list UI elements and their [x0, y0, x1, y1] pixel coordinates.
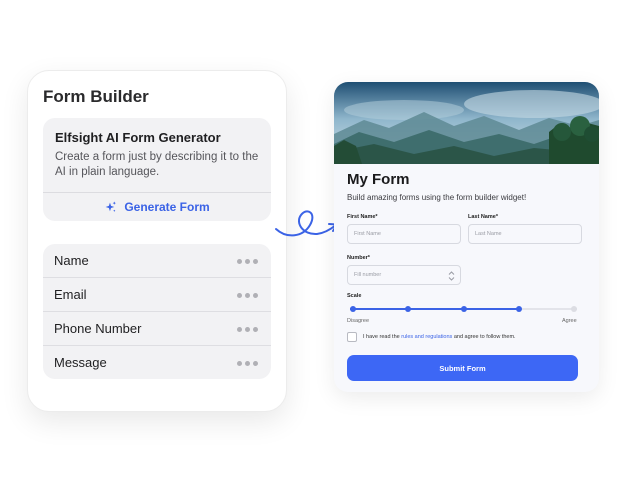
scale-fill [350, 308, 519, 310]
form-title: My Form [347, 171, 410, 188]
scale-min-label: Disagree [347, 318, 370, 324]
agree-text: I have read the rules and regulations an… [363, 334, 516, 340]
number-label: Number* [347, 255, 370, 261]
scale-step[interactable] [350, 306, 356, 312]
field-label: Message [54, 355, 107, 370]
more-dots-icon[interactable] [237, 259, 258, 264]
generate-form-label: Generate Form [124, 200, 210, 214]
more-dots-icon[interactable] [237, 293, 258, 298]
scale-label: Scale [347, 293, 362, 299]
mountain-landscape-image [334, 82, 599, 164]
field-label: Name [54, 253, 89, 268]
number-placeholder: Fill number [354, 272, 382, 278]
generate-form-button[interactable]: Generate Form [43, 193, 271, 221]
field-label: Email [54, 287, 87, 302]
more-dots-icon[interactable] [237, 327, 258, 332]
scale-step[interactable] [460, 306, 467, 312]
ai-generator-description: Create a form just by describing it to t… [55, 151, 259, 178]
field-list: Name Email Phone Number Message [43, 244, 271, 379]
scale-step[interactable] [571, 306, 577, 312]
scale-slider[interactable] [350, 306, 577, 312]
agree-suffix: and agree to follow them. [452, 334, 516, 340]
field-item-name[interactable]: Name [43, 244, 271, 278]
builder-title: Form Builder [43, 87, 149, 106]
rules-link[interactable]: rules and regulations [401, 334, 452, 340]
scale-step[interactable] [515, 306, 522, 312]
stepper-arrows-icon[interactable] [448, 270, 455, 282]
last-name-label: Last Name* [468, 214, 498, 220]
form-preview-card: My Form Build amazing forms using the fo… [334, 82, 599, 392]
field-item-phone-number[interactable]: Phone Number [43, 312, 271, 346]
ai-generator-card: Elfsight AI Form Generator Create a form… [43, 118, 271, 221]
last-name-input[interactable]: Last Name [468, 224, 582, 244]
field-item-message[interactable]: Message [43, 346, 271, 379]
scale-step[interactable] [405, 306, 412, 312]
field-label: Phone Number [54, 321, 142, 336]
number-stepper[interactable]: Fill number [347, 265, 461, 285]
field-item-email[interactable]: Email [43, 278, 271, 312]
sparkle-icon [105, 201, 117, 212]
first-name-label: First Name* [347, 214, 378, 220]
submit-form-button[interactable]: Submit Form [347, 355, 578, 381]
agree-prefix: I have read the [363, 334, 402, 340]
first-name-input[interactable]: First Name [347, 224, 461, 244]
agree-checkbox[interactable] [347, 332, 357, 342]
more-dots-icon[interactable] [237, 361, 258, 366]
form-builder-panel: Form Builder Elfsight AI Form Generator … [27, 70, 287, 412]
scale-max-label: Agree [562, 318, 577, 324]
form-subtitle: Build amazing forms using the form build… [347, 193, 527, 202]
loop-arrow-icon [275, 210, 338, 237]
ai-generator-title: Elfsight AI Form Generator [55, 130, 221, 145]
